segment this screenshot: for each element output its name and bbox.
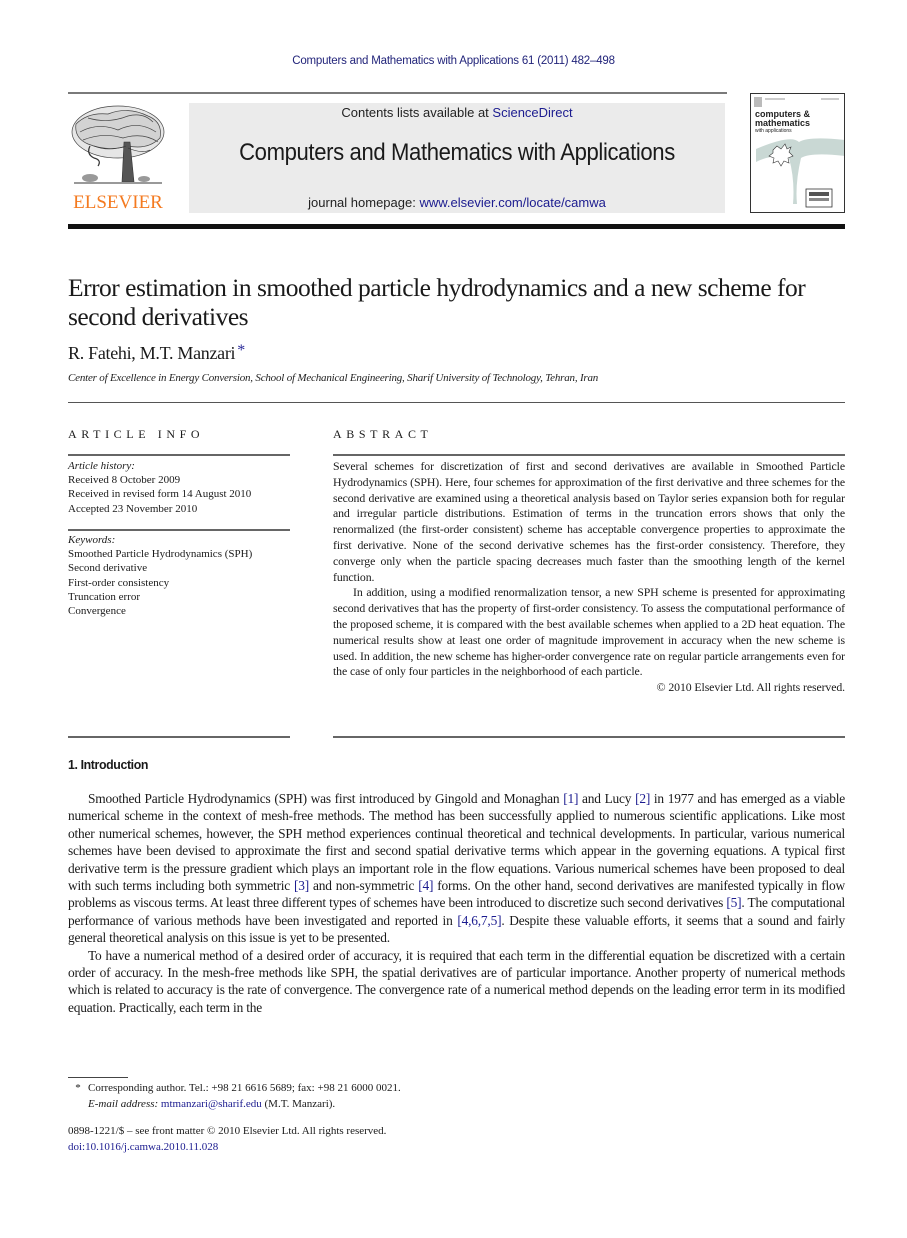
copyright-notice: © 2010 Elsevier Ltd. All rights reserved… [656, 680, 845, 695]
citation-link[interactable]: [2] [635, 791, 650, 806]
issn-line: 0898-1221/$ – see front matter © 2010 El… [68, 1125, 387, 1137]
introduction-paragraph: Smoothed Particle Hydrodynamics (SPH) wa… [68, 790, 845, 947]
homepage-prefix: journal homepage: [308, 195, 420, 210]
abstract-paragraph: In addition, using a modified renormaliz… [333, 585, 845, 679]
keywords: Keywords: Smoothed Particle Hydrodynamic… [68, 533, 252, 618]
elsevier-logo[interactable]: ELSEVIER [68, 102, 168, 214]
footnote-divider [68, 1077, 128, 1078]
divider [68, 529, 290, 531]
history-item: Received 8 October 2009 [68, 474, 181, 487]
divider [333, 736, 845, 738]
article-info-heading: ARTICLE INFO [68, 427, 205, 441]
article-title: Error estimation in smoothed particle hy… [68, 273, 806, 331]
email-label: E-mail address: [88, 1097, 159, 1110]
doi-link[interactable]: doi:10.1016/j.camwa.2010.11.028 [68, 1140, 386, 1156]
citation-link[interactable]: [3] [294, 878, 309, 893]
issn-block: 0898-1221/$ – see front matter © 2010 El… [68, 1124, 386, 1155]
elsevier-tree-icon [71, 105, 165, 184]
email-link[interactable]: mtmanzari@sharif.edu [161, 1098, 262, 1110]
divider [333, 454, 845, 456]
masthead-banner: Contents lists available at ScienceDirec… [189, 103, 725, 213]
introduction-body: Smoothed Particle Hydrodynamics (SPH) wa… [68, 790, 845, 1016]
citation-link[interactable]: [5] [726, 895, 741, 910]
keyword-item: Smoothed Particle Hydrodynamics (SPH) [68, 548, 253, 561]
keyword-item: First-order consistency [68, 576, 170, 589]
keyword-item: Second derivative [68, 562, 148, 575]
paragraph-text: and Lucy [578, 791, 636, 806]
journal-title: Computers and Mathematics with Applicati… [239, 139, 675, 166]
masthead-top-rule [68, 92, 727, 94]
introduction-paragraph: To have a numerical method of a desired … [68, 947, 845, 1015]
abstract-paragraph: Several schemes for discretization of fi… [333, 459, 845, 584]
keyword-item: Convergence [68, 605, 126, 618]
history-item: Accepted 23 November 2010 [68, 502, 198, 515]
abstract-body: Several schemes for discretization of fi… [333, 459, 845, 696]
homepage-line: journal homepage: www.elsevier.com/locat… [189, 195, 725, 210]
citation-link[interactable]: [4,6,7,5] [457, 913, 501, 928]
section-heading-introduction: 1. Introduction [68, 757, 149, 772]
abstract-heading: ABSTRACT [333, 427, 433, 441]
email-owner: (M.T. Manzari). [261, 1097, 336, 1110]
citation-link[interactable]: [1] [563, 791, 578, 806]
elsevier-wordmark: ELSEVIER [73, 192, 163, 213]
contents-prefix: Contents lists available at [341, 105, 493, 120]
citation-link[interactable]: [4] [418, 878, 433, 893]
affiliation: Center of Excellence in Energy Conversio… [68, 372, 599, 384]
corresponding-author-footnote: * Corresponding author. Tel.: +98 21 6616… [68, 1081, 401, 1112]
divider [68, 454, 290, 456]
corresponding-author-contact: Corresponding author. Tel.: +98 21 6616 … [88, 1082, 401, 1094]
history-item: Received in revised form 14 August 2010 [68, 488, 252, 501]
paragraph-text: Smoothed Particle Hydrodynamics (SPH) wa… [88, 791, 564, 806]
authors-text: R. Fatehi, M.T. Manzari [68, 343, 236, 363]
running-header[interactable]: Computers and Mathematics with Applicati… [0, 55, 907, 67]
author-list: R. Fatehi, M.T. Manzari * [68, 342, 245, 364]
journal-cover-thumbnail[interactable]: computers & mathematics with application… [750, 93, 845, 213]
cover-title-line3: with applications [755, 128, 792, 134]
history-label: Article history: [68, 460, 135, 472]
corresponding-author-mark[interactable]: * [237, 342, 245, 359]
paragraph-text: and non-symmetric [309, 878, 419, 894]
divider [68, 736, 290, 738]
sciencedirect-link[interactable]: ScienceDirect [492, 105, 572, 120]
footnote-mark: * [75, 1082, 81, 1094]
cover-title-line2: mathematics [755, 118, 811, 128]
keyword-item: Truncation error [68, 590, 140, 603]
article-history: Article history: Received 8 October 2009… [68, 459, 251, 516]
masthead-bottom-rule [68, 224, 845, 229]
divider [68, 402, 845, 403]
contents-line: Contents lists available at ScienceDirec… [189, 105, 725, 120]
journal-homepage-link[interactable]: www.elsevier.com/locate/camwa [419, 195, 605, 210]
keywords-label: Keywords: [68, 534, 116, 546]
